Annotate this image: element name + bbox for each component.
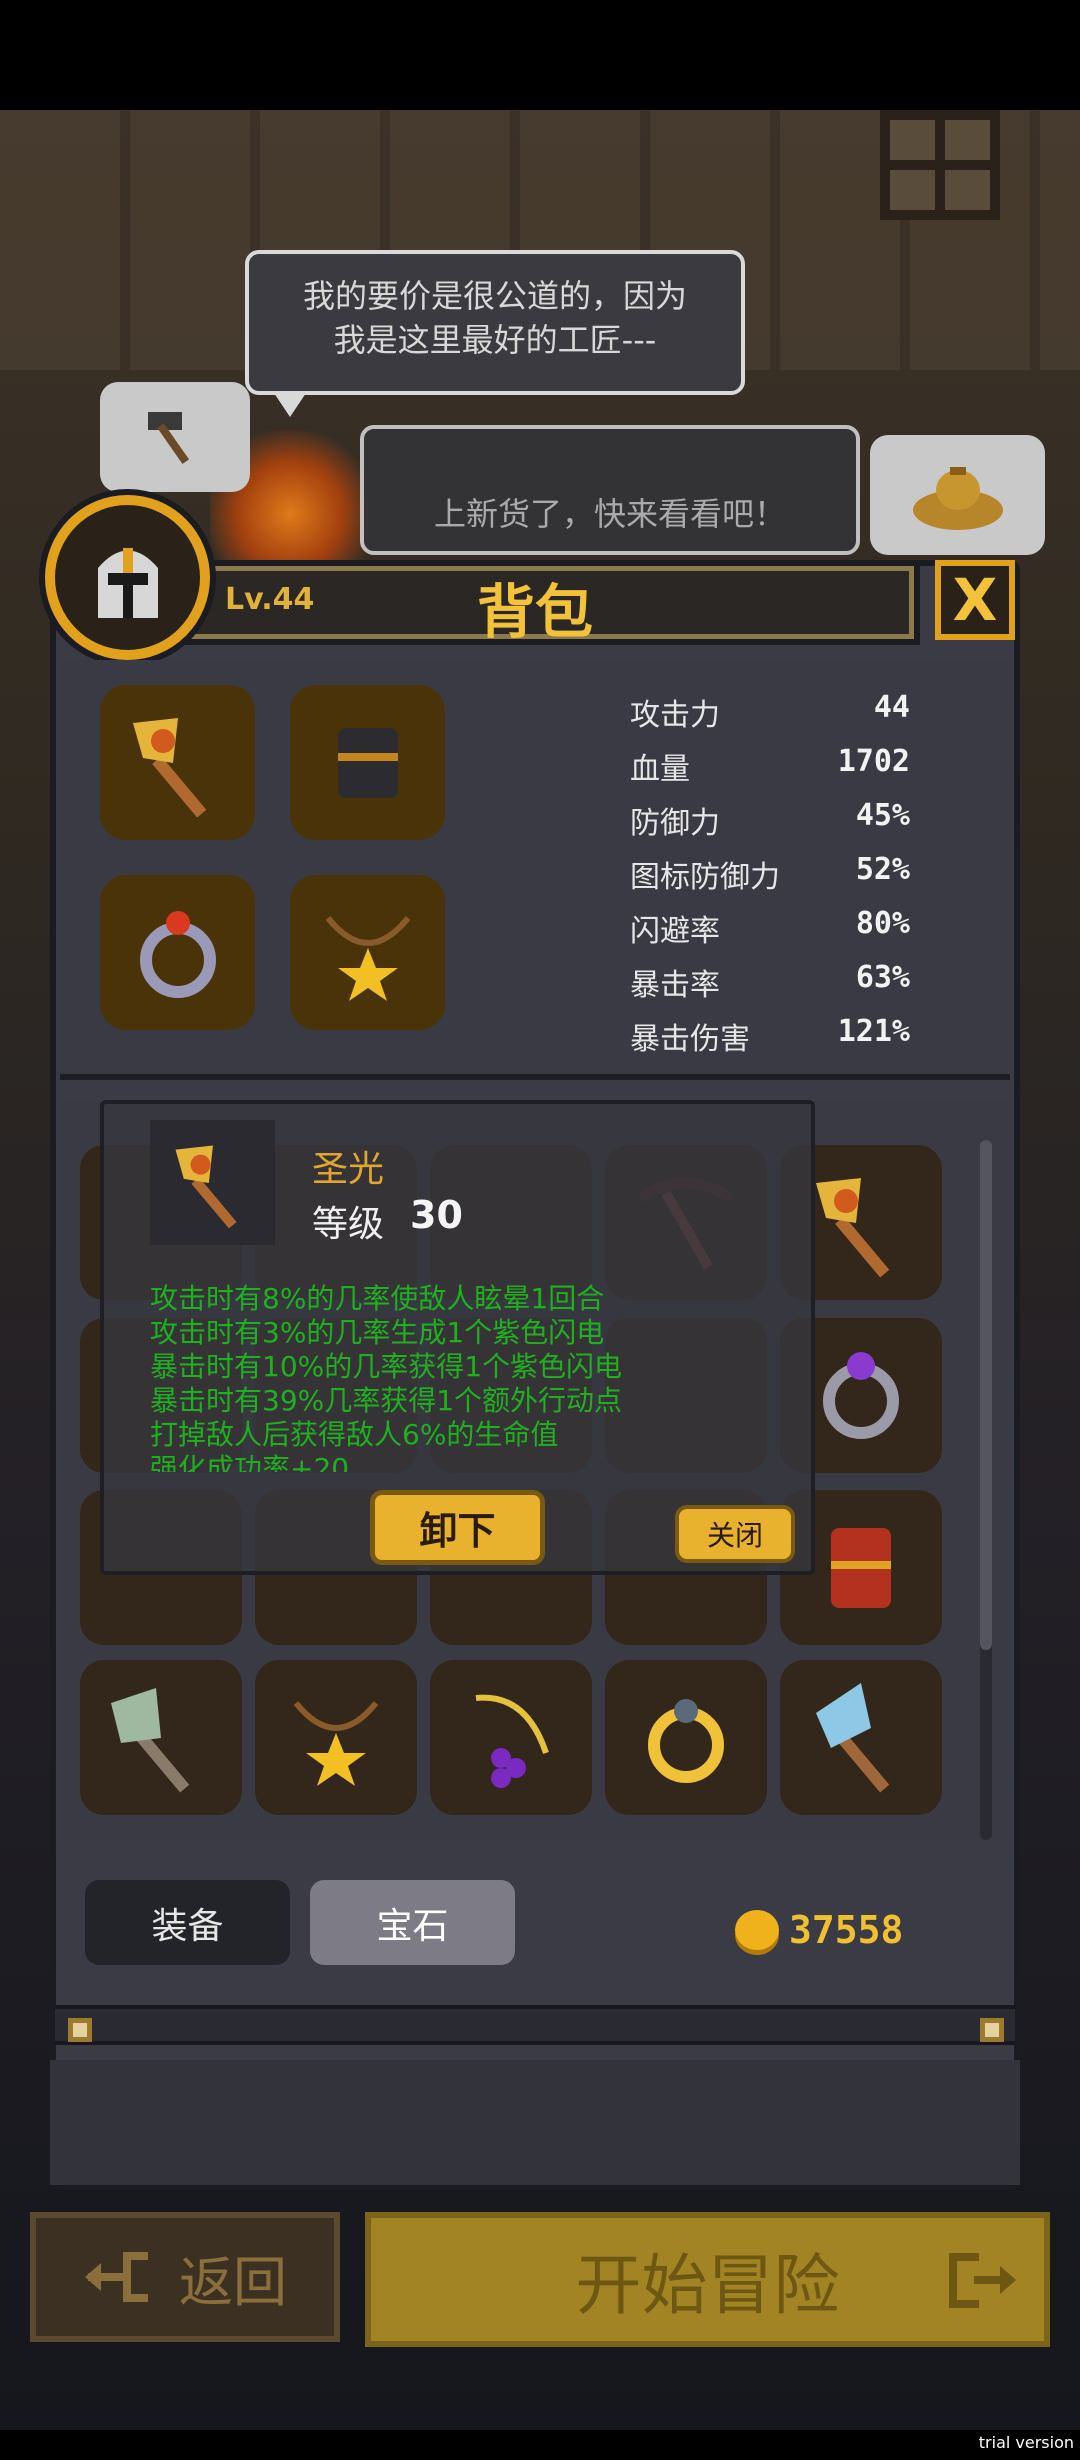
inventory-slot[interactable] (255, 1660, 417, 1815)
star-necklace-icon (325, 915, 410, 1001)
tooltip-level-label: 等级 (312, 1204, 385, 1245)
effect-line: 暴击时有39%几率获得1个额外行动点 (150, 1384, 623, 1417)
effect-line: 攻击时有3%的几率生成1个紫色闪电 (150, 1316, 605, 1349)
panel-bottom-rail (55, 2005, 1015, 2045)
stat-name: 血量 (630, 752, 690, 787)
blacksmith-hammer-icon[interactable] (100, 382, 250, 492)
stats-panel: 攻击力 44 血量 1702 防御力 45% 图标防御力 52% 闪避率 80% 暴击率 6… (630, 690, 910, 1068)
inventory-slot[interactable] (80, 1660, 242, 1815)
gold-counter: 37558 (735, 1908, 903, 1952)
effect-line: 攻击时有8%的几率使敌人眩晕1回合 (150, 1282, 605, 1315)
dark-armor-icon (337, 727, 398, 798)
effect-line: 暴击时有10%的几率获得1个紫色闪电 (150, 1350, 623, 1383)
amethyst-ring-icon (823, 1351, 899, 1439)
stat-name: 防御力 (630, 806, 720, 841)
stat-value: 44 (873, 690, 910, 725)
dialog-line-1: 我的要价是很公道的，因为 (302, 277, 687, 315)
stat-row: 暴击伤害 121% (630, 1014, 910, 1068)
tab-gems[interactable]: 宝石 (310, 1880, 515, 1965)
rivet-decoration (980, 2018, 1004, 2042)
trial-watermark: trial version (978, 2433, 1074, 2452)
merchant-bag-icon[interactable] (870, 435, 1045, 555)
start-adventure-button[interactable]: 开始冒险 (365, 2212, 1050, 2347)
unequip-button[interactable]: 卸下 (370, 1490, 545, 1565)
back-label: 返回 (179, 2250, 287, 2314)
stat-name: 暴击率 (630, 968, 720, 1003)
tooltip-effects: 攻击时有8%的几率使敌人眩晕1回合 攻击时有3%的几率生成1个紫色闪电 暴击时有… (150, 1282, 650, 1472)
player-helmet-avatar[interactable] (45, 495, 210, 660)
inventory-scroll-thumb[interactable] (980, 1140, 992, 1650)
stat-name: 闪避率 (630, 914, 720, 949)
window-background (880, 110, 1000, 220)
inventory-slot[interactable] (605, 1660, 767, 1815)
tab-equipment[interactable]: 装备 (85, 1880, 290, 1965)
equipped-necklace-slot[interactable] (290, 875, 445, 1030)
stat-value: 1702 (837, 744, 910, 779)
exit-arrow-icon (949, 2253, 1016, 2308)
back-button[interactable]: 返回 (30, 2212, 340, 2342)
equipped-ring-slot[interactable] (100, 875, 255, 1030)
gold-coin-icon (735, 1910, 779, 1950)
stat-row: 图标防御力 52% (630, 852, 910, 906)
stat-row: 暴击率 63% (630, 960, 910, 1014)
tooltip-item-icon (150, 1120, 275, 1245)
close-tooltip-button[interactable]: 关闭 (675, 1505, 795, 1563)
effect-line: 强化成功率+20 (150, 1452, 350, 1472)
player-level: Lv.44 (225, 582, 315, 617)
gold-ring-icon (648, 1698, 724, 1783)
stat-name: 攻击力 (630, 698, 720, 733)
effect-line: 打掉敌人后获得敌人6%的生命值 (150, 1418, 559, 1451)
stat-row: 防御力 45% (630, 798, 910, 852)
start-label: 开始冒险 (575, 2246, 840, 2324)
npc-sub-dialog: 上新货了，快来看看吧！ (360, 425, 860, 555)
stat-name: 暴击伤害 (630, 1022, 750, 1057)
ice-axe-icon (816, 1682, 890, 1792)
close-panel-button[interactable]: X (935, 560, 1015, 640)
star-necklace-icon (293, 1700, 379, 1786)
stat-row: 攻击力 44 (630, 690, 910, 744)
back-arrow-icon (85, 2252, 148, 2302)
npc-dialog-bubble: 我的要价是很公道的，因为 我是这里最好的工匠--- (245, 250, 745, 417)
stat-row: 血量 1702 (630, 744, 910, 798)
golden-axe-icon (175, 1145, 237, 1228)
gold-amount: 37558 (789, 1908, 904, 1952)
panel-bottom-band (50, 2060, 1020, 2185)
ruby-ring-icon (139, 910, 216, 998)
tooltip-item-name: 圣光 (312, 1149, 385, 1190)
stat-value: 52% (855, 852, 910, 887)
equipped-armor-slot[interactable] (290, 685, 445, 840)
tooltip-level-value: 30 (410, 1193, 463, 1237)
golden-axe-icon (816, 1177, 890, 1277)
stat-row: 闪避率 80% (630, 906, 910, 960)
stat-value: 45% (855, 798, 910, 833)
grape-necklace-icon (475, 1694, 549, 1788)
stat-value: 121% (837, 1014, 910, 1049)
steel-axe-icon (111, 1687, 190, 1792)
dialog-line-2: 我是这里最好的工匠--- (333, 321, 657, 359)
stat-name: 图标防御力 (630, 860, 780, 895)
rivet-decoration (68, 2018, 92, 2042)
inventory-slot[interactable] (780, 1660, 942, 1815)
panel-title: 背包 (476, 578, 593, 646)
stat-value: 80% (855, 906, 910, 941)
golden-axe-icon (132, 717, 206, 817)
red-armor-icon (831, 1527, 891, 1608)
equipped-weapon-slot[interactable] (100, 685, 255, 840)
inventory-slot[interactable] (430, 1660, 592, 1815)
stat-value: 63% (855, 960, 910, 995)
